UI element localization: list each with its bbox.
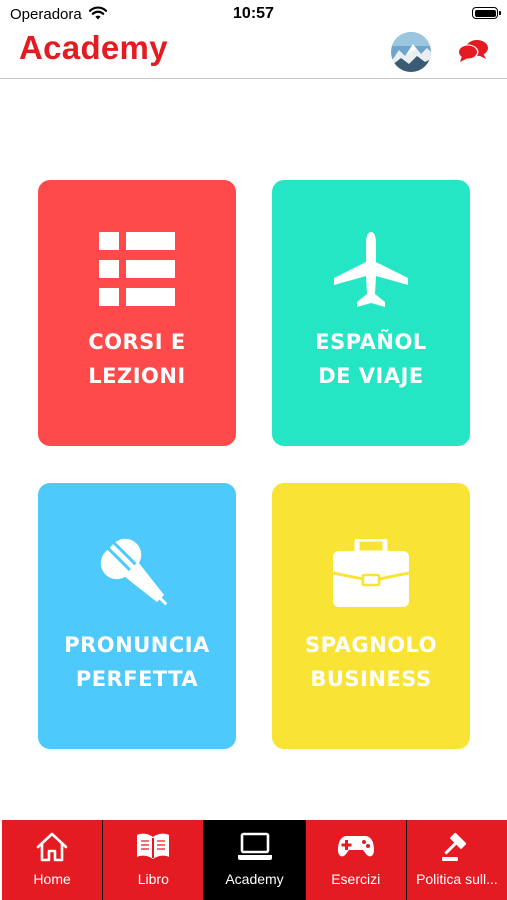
tab-label: Politica sull...	[416, 871, 498, 887]
tab-label: Home	[33, 871, 71, 887]
tab-libro[interactable]: Libro	[103, 820, 205, 900]
tile-label-line1: PRONUNCIA	[64, 633, 210, 657]
book-icon	[103, 832, 203, 860]
tile-pronuncia-perfetta[interactable]: PRONUNCIA PERFETTA	[38, 483, 236, 749]
tile-label-line1: SPAGNOLO	[305, 633, 437, 657]
avatar[interactable]	[391, 32, 431, 72]
tile-label-line2: DE VIAJE	[318, 364, 424, 388]
clock: 10:57	[233, 5, 274, 22]
tile-spagnolo-business[interactable]: SPAGNOLO BUSINESS	[272, 483, 470, 749]
gavel-icon	[407, 832, 507, 862]
list-icon	[38, 232, 236, 306]
tile-label: PRONUNCIA PERFETTA	[38, 628, 236, 696]
tile-label: SPAGNOLO BUSINESS	[272, 628, 470, 696]
tab-label: Academy	[225, 871, 284, 887]
airplane-icon	[272, 232, 470, 308]
microphone-icon	[38, 537, 236, 611]
gamepad-icon	[306, 832, 406, 860]
app-header: Academy	[0, 28, 507, 79]
tab-label: Esercizi	[331, 871, 381, 887]
tile-espanol-de-viaje[interactable]: ESPAÑOL DE VIAJE	[272, 180, 470, 446]
tile-label: CORSI E LEZIONI	[38, 325, 236, 393]
page-title: Academy	[19, 29, 168, 66]
home-icon	[2, 832, 102, 862]
tile-label-line2: PERFETTA	[75, 667, 199, 691]
tab-academy[interactable]: Academy	[204, 820, 306, 900]
tab-label: Libro	[137, 871, 169, 887]
tab-home[interactable]: Home	[2, 820, 104, 900]
tab-esercizi[interactable]: Esercizi	[305, 820, 407, 900]
battery-icon	[472, 7, 501, 19]
tile-label-line2: LEZIONI	[88, 364, 186, 388]
chat-bubbles-icon[interactable]	[457, 38, 489, 64]
tile-label: ESPAÑOL DE VIAJE	[272, 325, 470, 393]
tile-label-line1: ESPAÑOL	[315, 330, 427, 354]
tab-politica[interactable]: Politica sull...	[406, 820, 507, 900]
status-bar: Operadora 10:57	[0, 0, 507, 28]
tab-bar: Home Libro Academy Esercizi Politica sul…	[2, 820, 507, 900]
briefcase-icon	[272, 539, 470, 607]
tile-label-line2: BUSINESS	[310, 667, 432, 691]
laptop-icon	[204, 832, 304, 862]
tile-corsi-lezioni[interactable]: CORSI E LEZIONI	[38, 180, 236, 446]
tile-label-line1: CORSI E	[88, 330, 186, 354]
